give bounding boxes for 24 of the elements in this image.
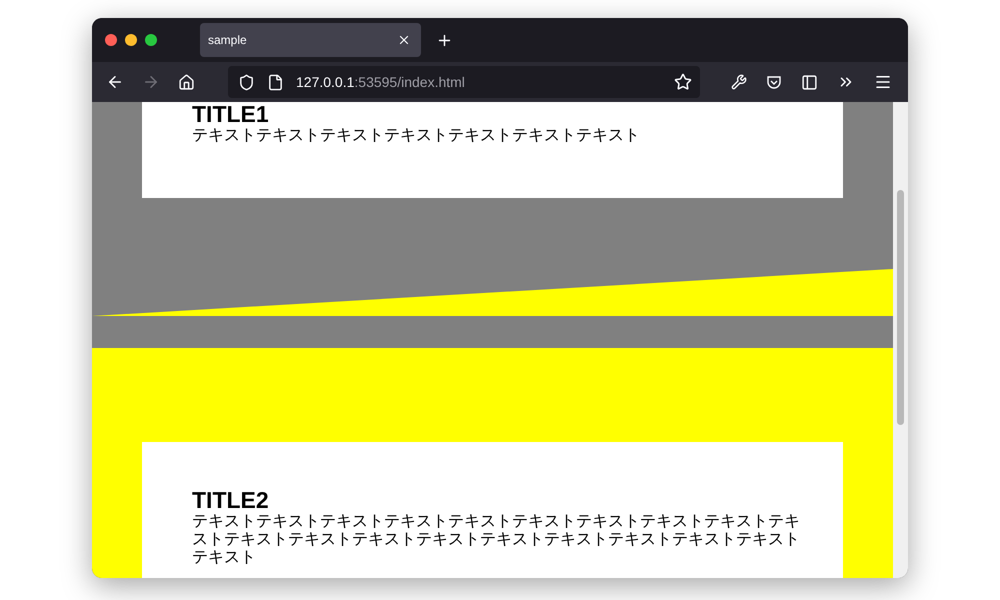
url-path: :53595/index.html — [354, 74, 465, 90]
scrollbar-thumb[interactable] — [897, 190, 904, 425]
section-text: テキストテキストテキストテキストテキストテキストテキスト — [192, 126, 641, 144]
tab-title: sample — [208, 33, 247, 47]
section-text: テキストテキストテキストテキストテキストテキストテキストテキストテキストテキストテキストテキストテキストテキストテキストテキストテキストテキストテキストテキスト — [192, 512, 801, 566]
bookmark-star-icon[interactable] — [674, 73, 692, 91]
back-icon[interactable] — [106, 73, 124, 91]
url-host: 127.0.0.1 — [296, 74, 354, 90]
browser-tab[interactable]: sample — [200, 23, 421, 57]
wrench-icon[interactable] — [731, 73, 747, 91]
sidebar-icon[interactable] — [801, 73, 818, 91]
pocket-icon[interactable] — [766, 74, 782, 90]
home-icon[interactable] — [178, 73, 195, 91]
minimize-window-button[interactable] — [125, 34, 137, 46]
menu-icon[interactable] — [874, 73, 892, 91]
section-title: TITLE1 — [192, 102, 270, 126]
close-window-button[interactable] — [105, 34, 117, 46]
address-field[interactable]: 127.0.0.1:53595/index.html — [228, 66, 700, 98]
close-tab-icon[interactable] — [397, 33, 411, 47]
zoom-window-button[interactable] — [145, 34, 157, 46]
section-title: TITLE2 — [192, 488, 270, 512]
page-icon — [267, 74, 284, 90]
forward-icon[interactable] — [142, 73, 160, 91]
shield-icon[interactable] — [238, 74, 255, 90]
